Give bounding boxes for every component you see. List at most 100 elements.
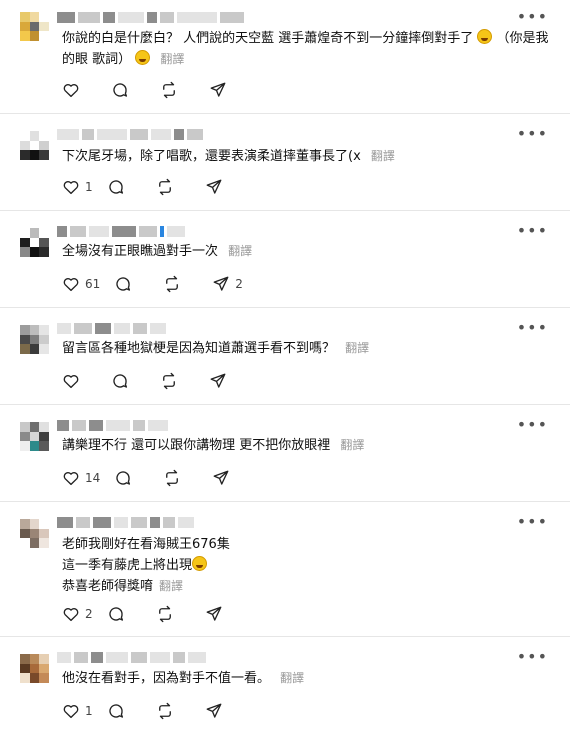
more-options-icon[interactable]: ••• [517, 9, 548, 25]
action-bar: 1 [62, 701, 254, 721]
username-redacted[interactable] [57, 515, 194, 529]
repost-icon [158, 702, 171, 720]
like-count: 1 [85, 704, 93, 718]
comment-icon [116, 277, 131, 291]
divider [0, 210, 570, 211]
avatar[interactable] [20, 654, 49, 683]
send-icon [210, 82, 226, 97]
username-redacted[interactable] [57, 418, 168, 432]
translate-link[interactable]: 翻譯 [371, 149, 395, 163]
more-options-icon[interactable]: ••• [517, 320, 548, 336]
comment-text: 老師我剛好在看海賊王676集 這一季有藤虎上將出現 恭喜老師得獎唷 翻譯 [62, 534, 552, 597]
share-button[interactable] [205, 605, 228, 623]
heart-icon [63, 278, 79, 292]
comment-text: 講樂理不行 還可以跟你講物理 更不把你放眼裡 翻譯 [62, 438, 365, 453]
like-button[interactable] [62, 372, 85, 390]
comment-icon [109, 180, 123, 194]
more-options-icon[interactable]: ••• [517, 649, 548, 665]
heart-icon [63, 84, 79, 98]
reply-button[interactable] [114, 469, 137, 487]
share-button[interactable] [205, 178, 228, 196]
repost-button[interactable] [156, 605, 179, 623]
comment-text: 全場沒有正眼瞧過對手一次 翻譯 [62, 244, 253, 259]
like-button[interactable]: 1 [62, 178, 93, 196]
share-button[interactable] [205, 702, 228, 720]
translate-link[interactable]: 翻譯 [345, 341, 369, 355]
like-button[interactable]: 1 [62, 702, 93, 720]
divider [0, 307, 570, 308]
share-button[interactable] [209, 372, 232, 390]
comment-icon [113, 83, 128, 97]
reply-button[interactable] [114, 275, 137, 293]
repost-button[interactable] [160, 372, 183, 390]
action-bar [62, 371, 258, 391]
share-button[interactable]: 2 [212, 275, 243, 293]
grimacing-emoji-icon [477, 29, 493, 44]
reply-button[interactable] [107, 605, 130, 623]
heart-icon [63, 375, 79, 389]
avatar[interactable] [20, 131, 49, 160]
avatar[interactable] [20, 325, 49, 354]
send-icon [210, 373, 226, 388]
repost-button[interactable] [163, 469, 186, 487]
comment-line-with-translate: 恭喜老師得獎唷 翻譯 [62, 579, 184, 594]
translate-link[interactable]: 翻譯 [228, 244, 252, 258]
action-bar: 61 2 [62, 274, 269, 294]
repost-icon [158, 178, 171, 196]
heart-icon [63, 181, 79, 195]
avatar[interactable] [20, 519, 49, 548]
comment-text: 下次尾牙場，除了唱歌，還要表演柔道摔董事長了(x 翻譯 [62, 149, 395, 164]
reply-button[interactable] [111, 81, 134, 99]
like-count: 2 [85, 607, 93, 621]
repost-button[interactable] [163, 275, 186, 293]
comment-feed: ••• 你說的白是什麼白？ 人們說的天空藍 選手蕭煌奇不到一分鐘摔倒對手了 （你… [0, 0, 570, 729]
comment-text: 你說的白是什麼白？ 人們說的天空藍 選手蕭煌奇不到一分鐘摔倒對手了 （你是我的眼… [62, 29, 549, 67]
like-button[interactable]: 61 [62, 275, 100, 293]
heart-icon [63, 705, 79, 719]
share-button[interactable] [212, 469, 235, 487]
send-icon [206, 179, 222, 194]
comment-text: 他沒在看對手，因為對手不值一看。 翻譯 [62, 671, 305, 686]
send-icon [213, 276, 229, 291]
like-button[interactable]: 2 [62, 605, 93, 623]
translate-link[interactable]: 翻譯 [280, 671, 304, 685]
more-options-icon[interactable]: ••• [517, 126, 548, 142]
comment-line: 老師我剛好在看海賊王676集 [62, 537, 230, 552]
action-bar: 14 [62, 468, 261, 488]
username-redacted[interactable] [57, 10, 244, 24]
username-redacted[interactable] [57, 127, 203, 141]
more-options-icon[interactable]: ••• [517, 417, 548, 433]
translate-link[interactable]: 翻譯 [340, 438, 364, 452]
share-button[interactable] [209, 81, 232, 99]
more-options-icon[interactable]: ••• [517, 223, 548, 239]
comment-line-with-emoji: 這一季有藤虎上將出現 [62, 555, 552, 576]
avatar[interactable] [20, 228, 49, 257]
repost-icon [163, 372, 175, 390]
repost-button[interactable] [160, 81, 183, 99]
reply-button[interactable] [107, 178, 130, 196]
username-redacted[interactable] [57, 321, 166, 335]
like-button[interactable] [62, 81, 85, 99]
reply-button[interactable] [111, 372, 134, 390]
comment-icon [109, 607, 123, 621]
heart-icon [63, 472, 79, 486]
divider [0, 404, 570, 405]
translate-link[interactable]: 翻譯 [160, 52, 184, 66]
avatar[interactable] [20, 12, 49, 41]
action-bar [62, 80, 258, 100]
username-redacted[interactable] [57, 224, 185, 238]
comment-icon [113, 374, 128, 388]
share-count: 2 [235, 277, 243, 291]
repost-icon [163, 81, 175, 99]
action-bar: 1 [62, 177, 254, 197]
like-button[interactable]: 14 [62, 469, 100, 487]
username-redacted[interactable] [57, 650, 206, 664]
reply-button[interactable] [107, 702, 130, 720]
translate-link[interactable]: 翻譯 [159, 579, 183, 593]
more-options-icon[interactable]: ••• [517, 514, 548, 530]
divider [0, 636, 570, 637]
repost-icon [166, 275, 179, 293]
repost-button[interactable] [156, 178, 179, 196]
repost-button[interactable] [156, 702, 179, 720]
avatar[interactable] [20, 422, 49, 451]
